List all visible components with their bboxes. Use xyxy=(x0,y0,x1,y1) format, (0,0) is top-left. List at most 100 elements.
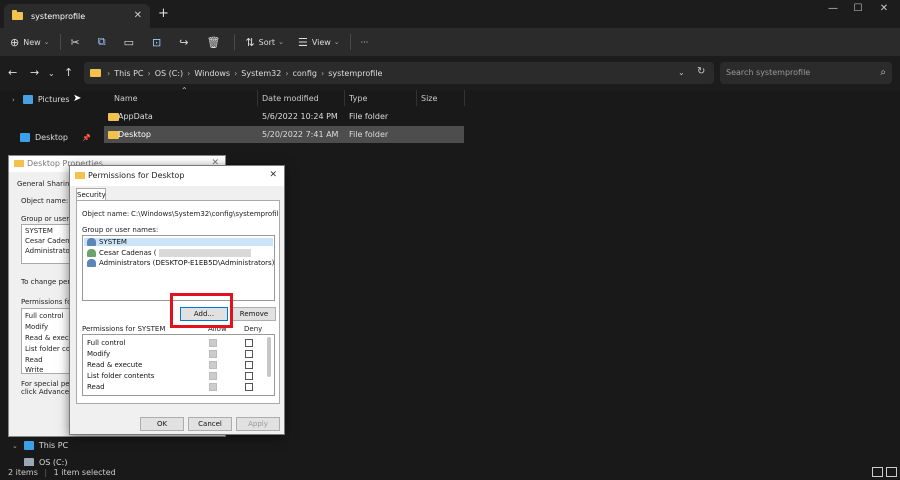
column-divider[interactable] xyxy=(344,90,345,106)
search-placeholder: Search systemprofile xyxy=(726,68,811,77)
folder-icon xyxy=(90,69,101,77)
user-name: SYSTEM xyxy=(99,238,127,246)
deny-header: Deny xyxy=(244,325,263,333)
forward-arrow-icon[interactable]: → xyxy=(30,66,39,79)
perm-write: Write xyxy=(25,366,44,374)
toolbar-divider xyxy=(59,34,61,50)
redacted-block xyxy=(158,249,251,257)
allow-read-execute-checkbox xyxy=(209,361,217,369)
file-row-appdata[interactable]: AppData 5/6/2022 10:24 PM File folder xyxy=(104,108,464,125)
column-divider[interactable] xyxy=(416,90,417,106)
file-name: AppData xyxy=(118,112,153,121)
back-arrow-icon[interactable]: ← xyxy=(8,66,17,79)
scissors-icon: ✂ xyxy=(70,35,80,49)
chevron-down-icon: ⌄ xyxy=(278,38,284,46)
group-label: Group or user names: xyxy=(82,226,159,234)
column-header-date[interactable]: Date modified xyxy=(262,94,319,103)
cut-button[interactable]: ✂ xyxy=(71,36,84,49)
recent-chevron-icon[interactable]: ⌄ xyxy=(48,69,55,78)
copy-button[interactable]: ⧉ xyxy=(98,35,110,49)
deny-full-control-checkbox[interactable] xyxy=(245,339,253,347)
user-administrators[interactable]: Administrato xyxy=(25,247,70,255)
close-window-button[interactable]: ✕ xyxy=(877,3,891,14)
tiles-view-icon[interactable] xyxy=(886,467,897,477)
sidebar-item-this-pc[interactable]: ⌄ This PC xyxy=(12,441,68,450)
breadcrumb-systemprofile[interactable]: systemprofile xyxy=(328,69,382,78)
search-icon: ⌕ xyxy=(880,67,886,78)
column-header-name[interactable]: Name xyxy=(114,94,138,103)
deny-read-checkbox[interactable] xyxy=(245,383,253,391)
address-bar[interactable]: › This PC › OS (C:) › Windows › System32… xyxy=(84,62,714,84)
item-count: 2 items xyxy=(8,468,38,477)
view-button[interactable]: ☰ View ⌄ xyxy=(298,36,340,49)
file-date: 5/6/2022 10:24 PM xyxy=(262,112,338,121)
rename-button[interactable]: ⊡ xyxy=(152,36,165,49)
details-view-icon[interactable] xyxy=(872,467,883,477)
toolbar-divider xyxy=(349,34,351,50)
perm-read-execute: Read & execute xyxy=(87,361,143,369)
user-cesar[interactable]: Cesar Cadena xyxy=(25,237,74,245)
deny-read-execute-checkbox[interactable] xyxy=(245,361,253,369)
maximize-button[interactable]: ☐ xyxy=(851,3,865,14)
more-button[interactable]: ··· xyxy=(361,38,369,47)
paste-button[interactable]: ▭ xyxy=(124,36,138,49)
sidebar-item-desktop[interactable]: Desktop 📌 xyxy=(20,133,91,142)
user-system[interactable]: SYSTEM xyxy=(25,227,53,235)
group-list[interactable]: SYSTEM Cesar Cadena Administrato xyxy=(21,224,74,264)
refresh-icon[interactable]: ↻ xyxy=(697,66,705,77)
breadcrumb-this-pc[interactable]: This PC xyxy=(114,69,143,78)
perm-read: Read xyxy=(25,356,43,364)
tab-general[interactable]: General xyxy=(17,180,45,188)
permissions-list[interactable]: Full control Modify Read & execute List … xyxy=(82,334,275,396)
chevron-down-icon: ⌄ xyxy=(12,441,18,450)
chevron-right-icon: › xyxy=(285,68,289,78)
sidebar-item-label: Desktop xyxy=(35,133,68,142)
cancel-button[interactable]: Cancel xyxy=(188,417,232,431)
column-header-type[interactable]: Type xyxy=(349,94,367,103)
computer-icon xyxy=(23,441,34,450)
address-dropdown-icon[interactable]: ⌄ xyxy=(678,68,685,77)
breadcrumb-config[interactable]: config xyxy=(293,69,317,78)
sort-icon: ⇅ xyxy=(245,35,255,49)
chevron-right-icon: › xyxy=(234,68,238,78)
user-system[interactable]: SYSTEM xyxy=(84,238,273,246)
breadcrumb-windows[interactable]: Windows xyxy=(194,69,230,78)
up-arrow-icon[interactable]: ↑ xyxy=(64,66,73,79)
tab-systemprofile[interactable]: systemprofile ✕ xyxy=(4,4,150,28)
close-icon[interactable]: ✕ xyxy=(269,170,277,180)
sort-up-icon: ⌃ xyxy=(181,86,188,95)
highlight-box xyxy=(170,293,233,328)
new-label: New xyxy=(23,37,41,47)
sort-button[interactable]: ⇅ Sort ⌄ xyxy=(245,36,284,49)
scrollbar-thumb[interactable] xyxy=(267,337,271,377)
minimize-button[interactable]: — xyxy=(826,3,840,14)
breadcrumb-os-c[interactable]: OS (C:) xyxy=(155,69,183,78)
delete-button[interactable]: 🗑 xyxy=(206,36,224,49)
permissions-list[interactable]: Full control Modify Read & execut List f… xyxy=(21,308,77,374)
tab-close-button[interactable]: ✕ xyxy=(134,10,142,21)
deny-modify-checkbox[interactable] xyxy=(245,350,253,358)
deny-list-folder-checkbox[interactable] xyxy=(245,372,253,380)
file-row-desktop[interactable]: Desktop 5/20/2022 7:41 AM File folder xyxy=(104,126,464,143)
column-header-size[interactable]: Size xyxy=(421,94,437,103)
group-user-list[interactable]: SYSTEM Cesar Cadenas ( Administrators (D… xyxy=(82,235,275,301)
allow-full-control-checkbox xyxy=(209,339,217,347)
view-icon: ☰ xyxy=(297,35,308,49)
apply-button: Apply xyxy=(236,417,280,431)
ok-button[interactable]: OK xyxy=(140,417,184,431)
perm-modify: Modify xyxy=(87,350,111,358)
sidebar-item-pictures[interactable]: › Pictures xyxy=(12,95,70,104)
breadcrumb-system32[interactable]: System32 xyxy=(241,69,281,78)
rename-icon: ⊡ xyxy=(152,35,162,49)
new-button[interactable]: ⊕ New ⌄ xyxy=(10,36,50,49)
remove-button[interactable]: Remove xyxy=(232,307,276,321)
column-divider[interactable] xyxy=(257,90,258,106)
new-tab-button[interactable]: + xyxy=(158,6,169,21)
pin-icon[interactable]: 📌 xyxy=(82,134,91,142)
share-button[interactable]: ↪ xyxy=(179,36,192,49)
column-divider[interactable] xyxy=(464,90,465,106)
user-cesar-cadenas[interactable]: Cesar Cadenas ( xyxy=(87,249,251,257)
user-administrators[interactable]: Administrators (DESKTOP-E1EB5D\Administr… xyxy=(87,259,274,267)
chevron-right-icon: › xyxy=(12,95,15,104)
search-input[interactable]: Search systemprofile ⌕ xyxy=(720,62,892,84)
